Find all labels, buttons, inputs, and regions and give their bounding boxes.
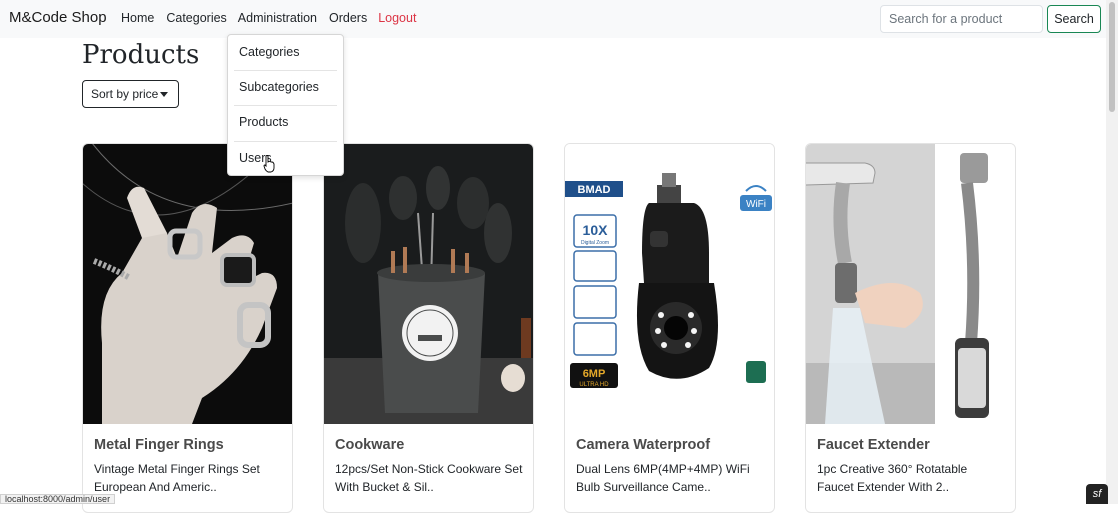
dropdown-item-products[interactable]: Products bbox=[228, 105, 343, 140]
product-image-cookware[interactable] bbox=[324, 144, 533, 424]
nav-links: Home Categories Administration Orders Lo… bbox=[121, 11, 416, 25]
search-button[interactable]: Search bbox=[1047, 5, 1101, 33]
camera-zoom-caption: Digital Zoom bbox=[581, 240, 609, 246]
brand-logo[interactable]: M&Code Shop bbox=[9, 9, 107, 26]
administration-dropdown-menu: Categories Subcategories Products Users bbox=[227, 34, 344, 176]
link-hover-status-bar: localhost:8000/admin/user bbox=[0, 494, 116, 504]
nav-administration-link[interactable]: Administration bbox=[238, 11, 317, 25]
product-card[interactable]: BMAD WiFi 10X Digital Zoom 6MP ULTRA HD bbox=[564, 143, 775, 513]
product-title[interactable]: Camera Waterproof bbox=[576, 437, 710, 453]
nav-orders-link[interactable]: Orders bbox=[329, 11, 367, 25]
product-description: Vintage Metal Finger Rings Set European … bbox=[94, 462, 260, 494]
hand-pointer-cursor-icon bbox=[263, 155, 275, 173]
product-card[interactable]: Faucet Extender 1pc Creative 360° Rotata… bbox=[805, 143, 1016, 513]
scrollbar-thumb[interactable] bbox=[1109, 2, 1115, 112]
camera-wifi-badge: WiFi bbox=[746, 199, 766, 210]
page-title: Products bbox=[82, 40, 200, 70]
top-navbar: M&Code Shop Home Categories Administrati… bbox=[0, 0, 1118, 38]
product-description: 1pc Creative 360° Rotatable Faucet Exten… bbox=[817, 462, 968, 494]
nav-categories-link[interactable]: Categories bbox=[166, 11, 226, 25]
nav-home-link[interactable]: Home bbox=[121, 11, 154, 25]
sort-by-price-dropdown[interactable]: Sort by price bbox=[82, 80, 179, 108]
product-description: Dual Lens 6MP(4MP+4MP) WiFi Bulb Surveil… bbox=[576, 462, 750, 494]
caret-down-icon bbox=[160, 92, 168, 97]
camera-resolution-caption: ULTRA HD bbox=[579, 382, 609, 388]
product-title[interactable]: Metal Finger Rings bbox=[94, 437, 224, 453]
product-description: 12pcs/Set Non-Stick Cookware Set With Bu… bbox=[335, 462, 523, 494]
symfony-toolbar-icon[interactable]: sf bbox=[1086, 484, 1108, 504]
product-search-input[interactable] bbox=[880, 5, 1043, 33]
dropdown-item-categories[interactable]: Categories bbox=[228, 35, 343, 70]
dropdown-item-subcategories[interactable]: Subcategories bbox=[228, 70, 343, 105]
product-image-camera[interactable]: BMAD WiFi 10X Digital Zoom 6MP ULTRA HD bbox=[565, 144, 774, 424]
camera-resolution-badge: 6MP bbox=[583, 368, 606, 380]
product-card[interactable]: Metal Finger Rings Vintage Metal Finger … bbox=[82, 143, 293, 513]
product-title[interactable]: Faucet Extender bbox=[817, 437, 930, 453]
page-scrollbar[interactable] bbox=[1106, 0, 1118, 504]
dropdown-item-users[interactable]: Users bbox=[228, 141, 343, 176]
sort-label: Sort by price bbox=[91, 87, 159, 101]
camera-brand-badge: BMAD bbox=[578, 184, 611, 196]
nav-logout-link[interactable]: Logout bbox=[378, 11, 416, 25]
product-title[interactable]: Cookware bbox=[335, 437, 404, 453]
camera-zoom-badge: 10X bbox=[583, 222, 609, 238]
product-card[interactable]: Cookware 12pcs/Set Non-Stick Cookware Se… bbox=[323, 143, 534, 513]
product-image-faucet[interactable] bbox=[806, 144, 1015, 424]
product-image-rings[interactable] bbox=[83, 144, 292, 424]
